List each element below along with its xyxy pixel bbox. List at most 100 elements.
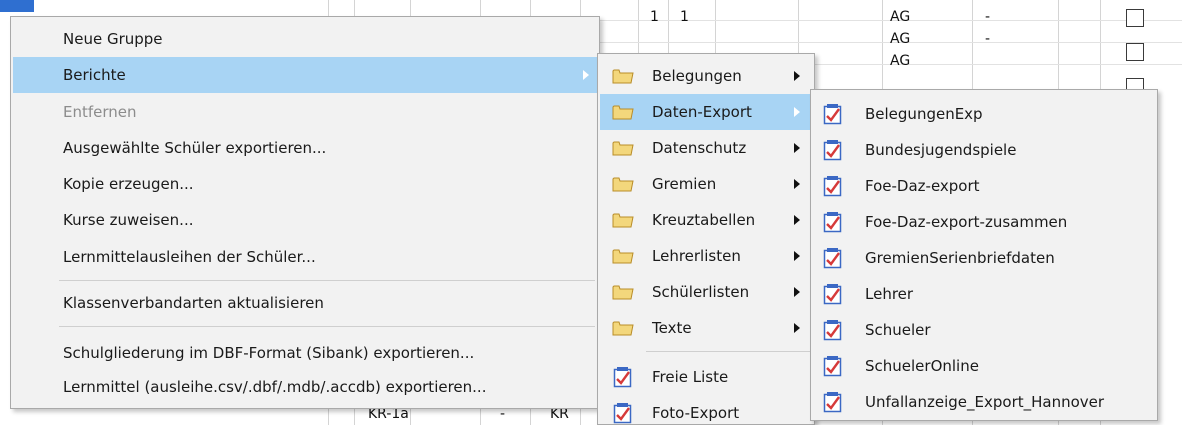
row-checkbox[interactable] [1126,43,1144,61]
submenu-item-label: Kreuztabellen [652,211,756,229]
submenu-item-schuelerlisten[interactable]: Schülerlisten [600,274,812,310]
submenu-item-freie-liste[interactable]: Freie Liste [600,359,812,395]
menu-item-kurse-zuweisen[interactable]: Kurse zuweisen... [13,202,597,238]
submenu-arrow-icon [794,107,800,117]
menu-item-label: Berichte [63,66,126,84]
row-checkbox[interactable] [1126,9,1144,27]
submenu-item-gremien[interactable]: Gremien [600,166,812,202]
export-item-label: BelegungenExp [865,105,983,123]
folder-icon [612,249,634,264]
submenu-item-label: Belegungen [652,67,742,85]
menu-item-label: Lernmittel (ausleihe.csv/.dbf/.mdb/.accd… [63,378,487,396]
context-menu: Neue Gruppe Berichte Entfernen Ausgewähl… [10,16,600,409]
folder-icon [612,213,634,228]
export-item-unfallanzeige[interactable]: Unfallanzeige_Export_Hannover [813,384,1155,420]
folder-icon [612,285,634,300]
report-document-icon [823,392,842,413]
export-item-belegungenexp[interactable]: BelegungenExp [813,96,1155,132]
report-document-icon [823,320,842,341]
export-item-foe-daz-export[interactable]: Foe-Daz-export [813,168,1155,204]
menu-item-lernmittelausleihen[interactable]: Lernmittelausleihen der Schüler... [13,239,597,275]
menu-item-lernmittel-export[interactable]: Lernmittel (ausleihe.csv/.dbf/.mdb/.accd… [13,369,597,405]
table-cell[interactable]: - [985,30,990,48]
folder-icon [612,321,634,336]
export-item-gremienserienbriefdaten[interactable]: GremienSerienbriefdaten [813,240,1155,276]
export-item-label: SchuelerOnline [865,357,979,375]
submenu-item-belegungen[interactable]: Belegungen [600,58,812,94]
export-item-label: Unfallanzeige_Export_Hannover [865,393,1105,411]
export-item-schueleronline[interactable]: SchuelerOnline [813,348,1155,384]
menu-item-label: Schulgliederung im DBF-Format (Sibank) e… [63,344,475,362]
report-document-icon [823,140,842,161]
export-item-label: GremienSerienbriefdaten [865,249,1055,267]
menu-item-schulgliederung-export[interactable]: Schulgliederung im DBF-Format (Sibank) e… [13,335,597,371]
submenu-arrow-icon [794,323,800,333]
export-item-schueler[interactable]: Schueler [813,312,1155,348]
menu-item-klassenverbandarten[interactable]: Klassenverbandarten aktualisieren [13,285,597,321]
report-document-icon [613,367,632,388]
submenu-item-label: Schülerlisten [652,283,750,301]
menu-item-label: Klassenverbandarten aktualisieren [63,294,324,312]
report-document-icon [823,176,842,197]
submenu-arrow-icon [794,179,800,189]
submenu-item-foto-export[interactable]: Foto-Export [600,395,812,425]
report-document-icon [823,284,842,305]
folder-icon [612,177,634,192]
submenu-item-label: Freie Liste [652,368,729,386]
export-item-lehrer[interactable]: Lehrer [813,276,1155,312]
report-document-icon [823,248,842,269]
submenu-item-label: Gremien [652,175,717,193]
menu-item-schueler-exportieren[interactable]: Ausgewählte Schüler exportieren... [13,130,597,166]
submenu-arrow-icon [794,71,800,81]
menu-separator [59,326,595,327]
table-cell[interactable]: - [985,8,990,26]
menu-item-kopie-erzeugen[interactable]: Kopie erzeugen... [13,166,597,202]
submenu-arrow-icon [794,143,800,153]
export-item-foe-daz-export-zusammen[interactable]: Foe-Daz-export-zusammen [813,204,1155,240]
menu-item-berichte[interactable]: Berichte [13,57,597,93]
menu-item-entfernen[interactable]: Entfernen [13,94,597,130]
submenu-item-label: Daten-Export [652,103,752,121]
submenu-item-lehrerlisten[interactable]: Lehrerlisten [600,238,812,274]
report-document-icon [823,104,842,125]
menu-item-neue-gruppe[interactable]: Neue Gruppe [13,21,597,57]
report-document-icon [823,212,842,233]
menu-item-label: Kurse zuweisen... [63,211,194,229]
table-cell[interactable]: AG [890,8,910,26]
export-item-label: Lehrer [865,285,914,303]
submenu-arrow-icon [583,70,589,80]
selected-cell-marker [0,0,34,12]
folder-icon [612,105,634,120]
menu-item-label: Ausgewählte Schüler exportieren... [63,139,327,157]
submenu-item-label: Foto-Export [652,404,740,422]
menu-separator [59,280,595,281]
report-document-icon [613,403,632,424]
submenu-arrow-icon [794,251,800,261]
menu-item-label: Lernmittelausleihen der Schüler... [63,248,316,266]
table-cell[interactable]: AG [890,52,910,70]
menu-item-label: Neue Gruppe [63,30,163,48]
submenu-item-label: Lehrerlisten [652,247,741,265]
table-cell[interactable]: AG [890,30,910,48]
menu-item-label: Kopie erzeugen... [63,175,194,193]
export-item-label: Foe-Daz-export-zusammen [865,213,1068,231]
daten-export-submenu: BelegungenExp Bundesjugendspiele Foe-Daz… [810,89,1158,421]
submenu-item-daten-export[interactable]: Daten-Export [600,94,812,130]
report-document-icon [823,356,842,377]
submenu-item-kreuztabellen[interactable]: Kreuztabellen [600,202,812,238]
folder-icon [612,69,634,84]
export-item-bundesjugendspiele[interactable]: Bundesjugendspiele [813,132,1155,168]
submenu-arrow-icon [794,215,800,225]
export-item-label: Schueler [865,321,931,339]
submenu-item-label: Datenschutz [652,139,747,157]
folder-icon [612,141,634,156]
table-cell[interactable]: 1 [650,8,659,26]
menu-item-label: Entfernen [63,103,137,121]
submenu-item-texte[interactable]: Texte [600,310,812,346]
berichte-submenu: Belegungen Daten-Export Datenschutz Grem… [597,53,815,425]
export-item-label: Foe-Daz-export [865,177,980,195]
export-item-label: Bundesjugendspiele [865,141,1017,159]
table-cell[interactable]: 1 [680,8,689,26]
menu-separator [646,351,810,352]
submenu-item-datenschutz[interactable]: Datenschutz [600,130,812,166]
